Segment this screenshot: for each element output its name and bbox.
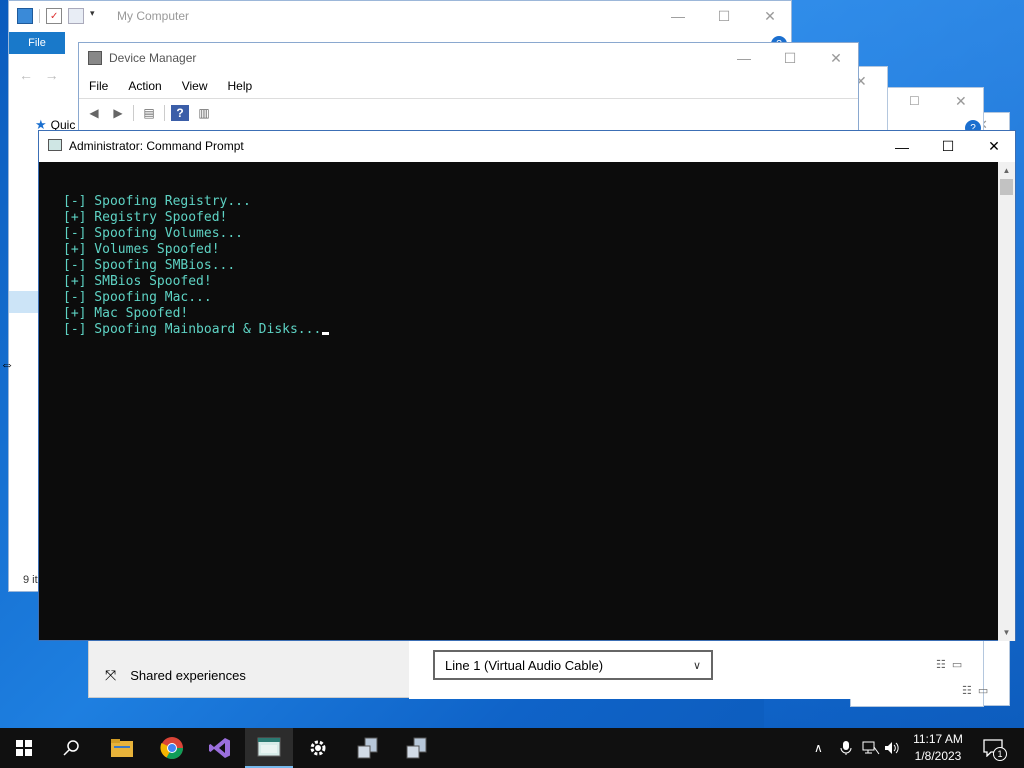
quick-access-toolbar: ✓ ▾: [17, 8, 100, 24]
menu-help[interactable]: Help: [218, 79, 263, 93]
network-icon[interactable]: [862, 728, 880, 768]
menu-view[interactable]: View: [172, 79, 218, 93]
show-action-pane-icon[interactable]: ▥: [195, 105, 213, 121]
computer-icon[interactable]: [17, 8, 33, 24]
taskbar: ∧ 11:17 AM 1/8/2023 1: [0, 728, 1024, 768]
ribbon-file-tab[interactable]: File: [9, 32, 65, 54]
scroll-down-icon[interactable]: ▼: [998, 624, 1015, 641]
audio-device-dropdown[interactable]: Line 1 (Virtual Audio Cable) ∨: [433, 650, 713, 680]
console-line: [-] Spoofing Volumes...: [63, 226, 244, 241]
show-hide-console-tree-icon[interactable]: ▤: [140, 105, 158, 121]
close-button[interactable]: ✕: [813, 43, 859, 73]
maximize-button[interactable]: ☐: [767, 43, 813, 73]
device-manager-window: Device Manager — ☐ ✕ File Action View He…: [78, 42, 859, 142]
close-button[interactable]: ✕: [747, 1, 793, 31]
app-icon-2[interactable]: [393, 728, 441, 768]
selected-nav-item[interactable]: [9, 291, 39, 313]
shared-experiences-nav[interactable]: ⤧ Shared experiences: [105, 667, 246, 684]
minimize-button[interactable]: —: [721, 43, 767, 73]
command-prompt-icon[interactable]: [245, 728, 293, 768]
console-line: [+] Mac Spoofed!: [63, 306, 189, 321]
shared-experiences-icon: ⤧: [105, 667, 117, 683]
console-output: [-] Spoofing Registry... [+] Registry Spo…: [63, 194, 330, 338]
menu-file[interactable]: File: [79, 79, 118, 93]
file-explorer-icon[interactable]: [98, 728, 146, 768]
command-prompt-window: Administrator: Command Prompt — ☐ ✕ [-] …: [38, 130, 1016, 641]
system-clock[interactable]: 11:17 AM 1/8/2023: [905, 731, 971, 765]
console-line: [-] Spoofing SMBios...: [63, 258, 236, 273]
minimize-button[interactable]: —: [655, 1, 701, 31]
search-icon[interactable]: [48, 728, 96, 768]
resize-cursor-icon: ⇔: [0, 356, 14, 372]
customize-qat-icon[interactable]: ▾: [90, 8, 100, 24]
notification-badge: 1: [993, 747, 1007, 761]
console-line-last: [-] Spoofing Mainboard & Disks...: [63, 322, 330, 338]
window-title: Administrator: Command Prompt: [69, 139, 244, 153]
menu-bar: File Action View Help: [79, 75, 858, 97]
clock-time: 11:17 AM: [913, 732, 963, 746]
console-line: [+] SMBios Spoofed!: [63, 274, 212, 289]
chevron-down-icon: ∨: [692, 659, 701, 672]
back-icon[interactable]: ◀: [85, 105, 103, 121]
view-toggle-icons-2[interactable]: ☷ ▭: [962, 684, 988, 697]
text-cursor: [322, 332, 330, 335]
properties-icon[interactable]: ✓: [46, 8, 62, 24]
app-icon-1[interactable]: [344, 728, 392, 768]
console-line: [+] Volumes Spoofed!: [63, 242, 220, 257]
menu-action[interactable]: Action: [118, 79, 171, 93]
command-prompt-icon: [48, 139, 62, 151]
title-bar: Administrator: Command Prompt — ☐ ✕: [39, 131, 1015, 162]
forward-icon[interactable]: ▶: [109, 105, 127, 121]
console-line: [-] Spoofing Registry...: [63, 194, 251, 209]
maximize-button[interactable]: ☐: [925, 131, 971, 162]
visual-studio-icon[interactable]: [196, 728, 244, 768]
microphone-icon[interactable]: [840, 728, 852, 768]
device-manager-icon: [88, 51, 102, 65]
clock-date: 1/8/2023: [914, 749, 962, 763]
console-line: [+] Registry Spoofed!: [63, 210, 228, 225]
view-toggle-icons[interactable]: ☷ ▭: [936, 658, 962, 671]
close-button[interactable]: ✕: [971, 131, 1017, 162]
nav-back-forward[interactable]: ← →: [19, 67, 59, 83]
vertical-scrollbar[interactable]: ▲ ▼: [998, 162, 1015, 641]
settings-icon[interactable]: [294, 728, 342, 768]
chrome-icon[interactable]: [148, 728, 196, 768]
start-icon[interactable]: [0, 728, 48, 768]
window-title: Device Manager: [109, 51, 197, 65]
new-folder-icon[interactable]: [68, 8, 84, 24]
window-title: My Computer: [117, 9, 190, 23]
help-icon[interactable]: ?: [171, 104, 189, 121]
status-bar-items: 9 it: [23, 574, 38, 586]
volume-icon[interactable]: [884, 728, 900, 768]
maximize-button[interactable]: ☐: [701, 1, 747, 31]
toolbar: ◀ ▶ ▤ ? ▥: [79, 98, 858, 126]
settings-window: ⤧ Shared experiences Line 1 (Virtual Aud…: [88, 640, 889, 699]
scroll-up-icon[interactable]: ▲: [998, 162, 1015, 179]
console-line: [-] Spoofing Mac...: [63, 290, 212, 305]
minimize-button[interactable]: —: [879, 131, 925, 162]
scroll-thumb[interactable]: [1000, 179, 1013, 195]
show-hidden-icons[interactable]: ∧: [814, 728, 823, 768]
